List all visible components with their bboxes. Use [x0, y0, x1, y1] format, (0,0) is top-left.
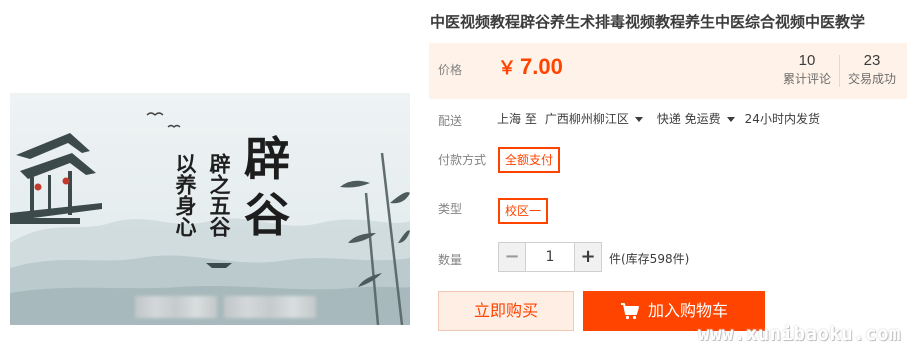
- vertical-slogan-left: 以养身心: [173, 153, 198, 237]
- product-image[interactable]: 辟 谷 辟之五谷 以养身心: [10, 93, 410, 325]
- cart-icon: [620, 303, 639, 320]
- blurred-text-block: [224, 296, 316, 318]
- reviews-label: 累计评论: [782, 72, 831, 86]
- destination-select[interactable]: 广西柳州柳江区: [545, 110, 643, 127]
- reviews-stat[interactable]: 10 累计评论: [776, 52, 838, 87]
- dispatch-time: 24小时内发货: [744, 112, 820, 126]
- vertical-slogan-right: 辟之五谷: [207, 153, 232, 237]
- delivery-method-select[interactable]: 快递 免运费: [657, 110, 735, 127]
- ship-method: 快递 免运费: [656, 112, 721, 126]
- shipping-label: 配送: [438, 114, 463, 128]
- currency-symbol: ￥: [498, 58, 516, 78]
- ship-to: 广西柳州柳江区: [544, 112, 629, 126]
- product-title: 中医视频教程辟谷养生术排毒视频教程养生中医综合视频中医教学: [430, 13, 866, 31]
- payment-label: 付款方式: [438, 153, 487, 167]
- increase-button[interactable]: +: [574, 242, 602, 272]
- type-option[interactable]: 校区一: [498, 198, 549, 224]
- sales-count: 23: [863, 52, 881, 69]
- price-value: ￥ 7.00: [498, 54, 563, 80]
- sales-stat: 23 交易成功: [841, 52, 903, 87]
- price-amount: 7.00: [520, 54, 563, 79]
- title-character-2: 谷: [244, 188, 290, 242]
- quantity-label: 数量: [438, 253, 463, 267]
- buy-now-button[interactable]: 立即购买: [438, 291, 574, 331]
- site-watermark: www.xunibaoku.com: [698, 323, 901, 345]
- quantity-input[interactable]: 1: [526, 242, 574, 272]
- ship-from: 上海 至: [497, 112, 537, 126]
- stock-info: 件(库存598件): [609, 252, 690, 266]
- blurred-text-block: [135, 296, 217, 318]
- price-label: 价格: [438, 63, 463, 77]
- payment-option[interactable]: 全额支付: [498, 147, 561, 173]
- sales-label: 交易成功: [847, 72, 896, 86]
- reviews-count: 10: [798, 52, 816, 69]
- chevron-down-icon: [634, 117, 643, 122]
- quantity-stepper: − 1 +: [498, 242, 602, 272]
- type-label: 类型: [438, 202, 463, 216]
- decrease-button[interactable]: −: [498, 242, 526, 272]
- price-panel: 价格 ￥ 7.00 10 累计评论 23 交易成功: [429, 43, 907, 99]
- stat-divider: [839, 55, 840, 87]
- shipping-row: 上海 至 广西柳州柳江区 快递 免运费 24小时内发货: [497, 110, 820, 127]
- chevron-down-icon: [726, 117, 735, 122]
